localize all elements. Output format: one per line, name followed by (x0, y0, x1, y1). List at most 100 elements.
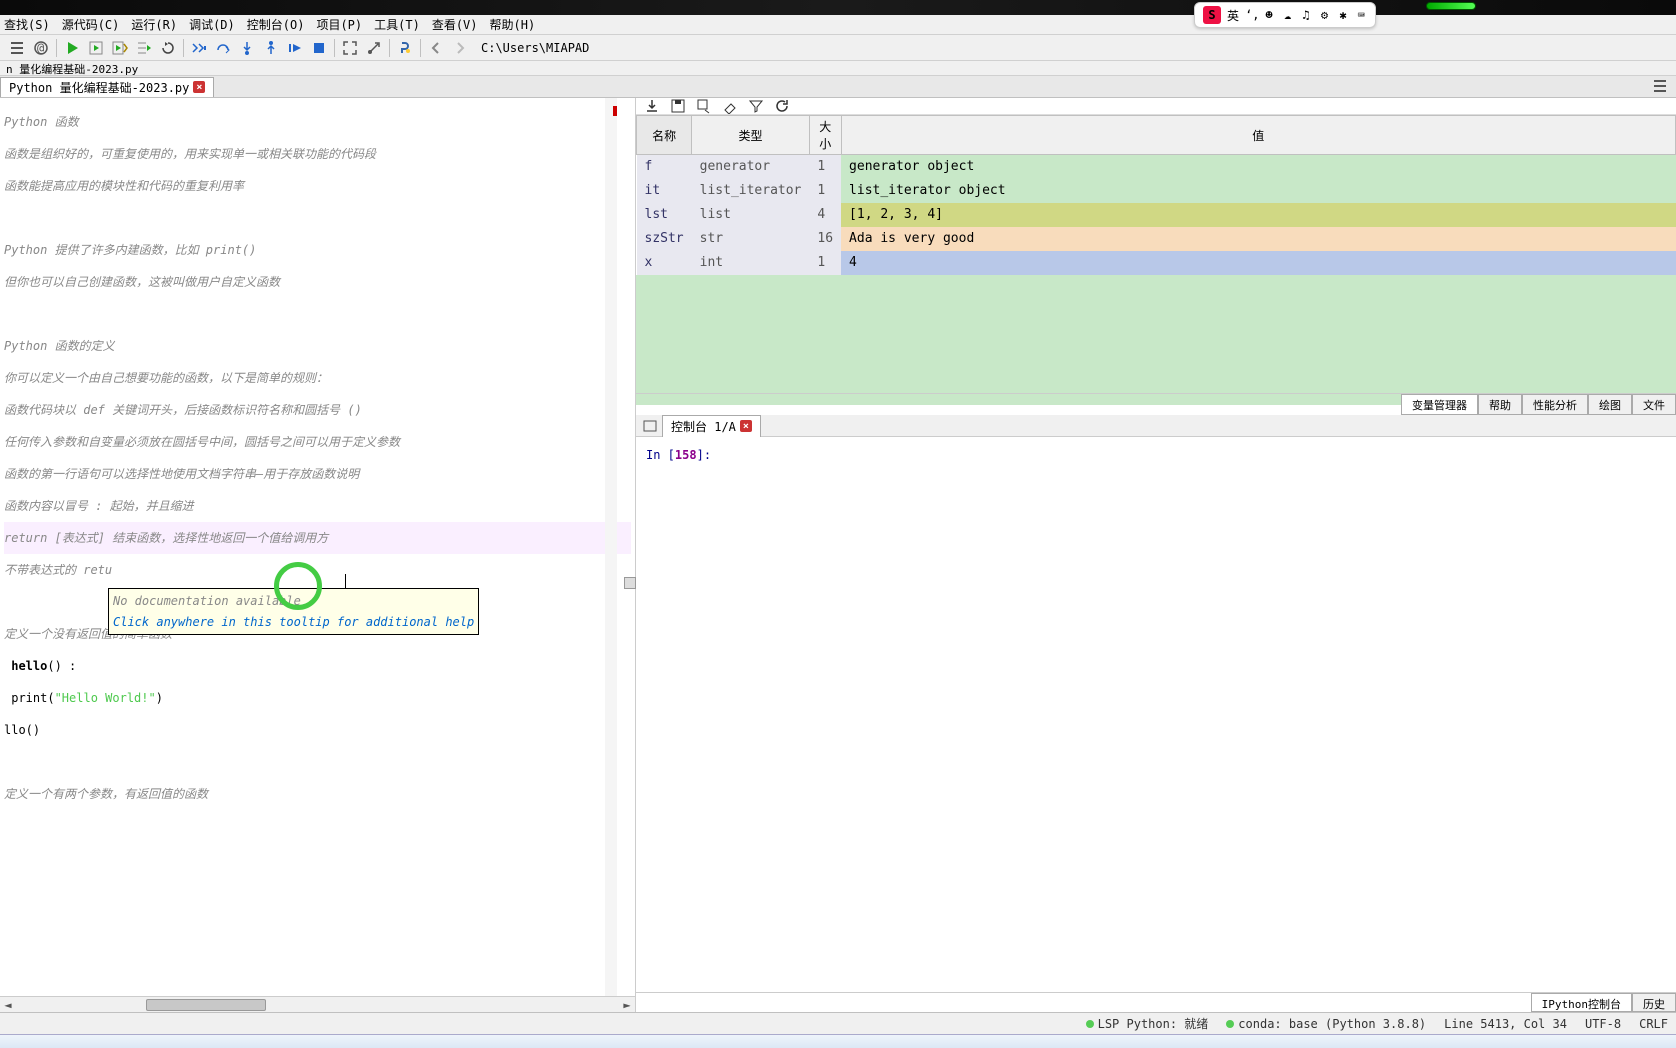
code-line: Python 函数 (4, 106, 631, 138)
run-selection-icon[interactable] (133, 37, 155, 59)
th-size[interactable]: 大小 (809, 116, 841, 155)
table-row[interactable]: szStrstr16Ada is very good (637, 227, 1676, 251)
editor-pane[interactable]: Python 函数 函数是组织好的，可重复使用的，用来实现单一或相关联功能的代码… (0, 98, 636, 1012)
scrollbar-thumb[interactable] (146, 999, 266, 1011)
forward-icon[interactable] (449, 37, 471, 59)
th-name[interactable]: 名称 (637, 116, 692, 155)
menu-debug[interactable]: 调试(D) (189, 16, 235, 33)
breadcrumb: n 量化编程基础-2023.py (0, 61, 1676, 76)
tooltip-help-link[interactable]: Click anywhere in this tooltip for addit… (113, 611, 474, 632)
code-line: 你可以定义一个由自己想要功能的函数，以下是简单的规则： (4, 362, 631, 394)
status-eol[interactable]: CRLF (1639, 1017, 1668, 1031)
scroll-left-icon[interactable]: ◄ (0, 998, 16, 1012)
run-icon[interactable] (61, 37, 83, 59)
code-line: print("Hello World!") (4, 682, 631, 714)
windows-taskbar[interactable] (0, 1034, 1676, 1048)
editor-horizontal-scrollbar[interactable]: ◄ ► (0, 996, 635, 1012)
tab-options-icon[interactable] (1652, 78, 1668, 97)
debug-continue-icon[interactable] (284, 37, 306, 59)
debug-step-into-icon[interactable] (188, 37, 210, 59)
console-prompt-number: 158 (675, 448, 697, 462)
code-line: 函数的第一行语句可以选择性地使用文档字符串—用于存放函数说明 (4, 458, 631, 490)
at-icon[interactable]: @ (30, 37, 52, 59)
status-conda[interactable]: conda: base (Python 3.8.8) (1226, 1017, 1426, 1031)
variable-toolbar (636, 98, 1676, 115)
code-editor[interactable]: Python 函数 函数是组织好的，可重复使用的，用来实现单一或相关联功能的代码… (0, 98, 635, 818)
save-icon[interactable] (670, 98, 686, 114)
status-lsp[interactable]: LSP Python: 就绪 (1086, 1015, 1209, 1032)
menu-view[interactable]: 查看(V) (432, 16, 478, 33)
menu-source[interactable]: 源代码(C) (62, 16, 120, 33)
menu-run[interactable]: 运行(R) (131, 16, 177, 33)
th-value[interactable]: 值 (841, 116, 1675, 155)
variable-table-filler (636, 275, 1676, 405)
rerun-last-icon[interactable] (157, 37, 179, 59)
right-panel-tabs: 变量管理器 帮助 性能分析 绘图 文件 (636, 393, 1676, 415)
table-row[interactable]: lstlist4[1, 2, 3, 4] (637, 203, 1676, 227)
console-tab[interactable]: 控制台 1/A × (662, 415, 761, 437)
menu-search[interactable]: 查找(S) (4, 16, 50, 33)
debug-step-in-icon[interactable] (236, 37, 258, 59)
editor-tab-label: Python 量化编程基础-2023.py (9, 79, 189, 96)
tab-variable-explorer[interactable]: 变量管理器 (1401, 394, 1478, 415)
download-icon[interactable] (644, 98, 660, 114)
editor-scroll-gutter[interactable] (605, 98, 617, 1012)
console-prompt-prefix: In [ (646, 448, 675, 462)
tab-plots[interactable]: 绘图 (1588, 394, 1632, 415)
run-cell-advance-icon[interactable] (109, 37, 131, 59)
back-icon[interactable] (425, 37, 447, 59)
refresh-icon[interactable] (774, 98, 790, 114)
menu-console[interactable]: 控制台(O) (247, 16, 305, 33)
window-titlebar-remnant (0, 0, 1676, 15)
menu-project[interactable]: 项目(P) (316, 16, 362, 33)
save-filtered-icon[interactable] (696, 98, 712, 114)
code-line: 函数代码块以 def 关键词开头，后接函数标识符名称和圆括号 () (4, 394, 631, 426)
editor-tab[interactable]: Python 量化编程基础-2023.py × (0, 77, 214, 97)
run-cell-icon[interactable] (85, 37, 107, 59)
right-pane: 名称 类型 大小 值 fgenerator1generator object i… (636, 98, 1676, 1012)
debug-step-over-icon[interactable] (212, 37, 234, 59)
ime-logo-icon: S (1203, 6, 1221, 24)
tab-help[interactable]: 帮助 (1478, 394, 1522, 415)
table-row[interactable]: xint14 (637, 251, 1676, 275)
tab-history[interactable]: 历史 (1632, 993, 1676, 1012)
th-type[interactable]: 类型 (692, 116, 810, 155)
table-header-row: 名称 类型 大小 值 (637, 116, 1676, 155)
debug-stop-icon[interactable] (308, 37, 330, 59)
tab-ipython-console[interactable]: IPython控制台 (1531, 993, 1632, 1012)
console-options-icon[interactable] (642, 418, 658, 434)
console-bottom-tabs: IPython控制台 历史 (636, 992, 1676, 1012)
ime-lang: 英 (1227, 7, 1239, 24)
settings-icon[interactable] (363, 37, 385, 59)
splitter-handle[interactable] (624, 577, 636, 589)
tab-files[interactable]: 文件 (1632, 394, 1676, 415)
documentation-tooltip[interactable]: No documentation available Click anywher… (108, 588, 479, 635)
svg-text:@: @ (37, 41, 44, 55)
tab-profiler[interactable]: 性能分析 (1522, 394, 1588, 415)
erase-icon[interactable] (722, 98, 738, 114)
menu-help[interactable]: 帮助(H) (490, 16, 536, 33)
table-row[interactable]: itlist_iterator1list_iterator object (637, 179, 1676, 203)
close-icon[interactable]: × (740, 420, 752, 432)
outline-icon[interactable] (6, 37, 28, 59)
code-line: 但你也可以自己创建函数，这被叫做用户自定义函数 (4, 266, 631, 298)
ime-extra-icons: ☻ ☁ ♫ ⚙ ✱ ⌨ (1266, 8, 1367, 22)
ime-indicator[interactable]: S 英 ‘, ☻ ☁ ♫ ⚙ ✱ ⌨ (1194, 2, 1376, 28)
python-path-icon[interactable] (394, 37, 416, 59)
status-encoding[interactable]: UTF-8 (1585, 1017, 1621, 1031)
menu-tools[interactable]: 工具(T) (374, 16, 420, 33)
close-icon[interactable]: × (193, 81, 205, 93)
scroll-right-icon[interactable]: ► (619, 998, 635, 1012)
filter-icon[interactable] (748, 98, 764, 114)
ipython-console[interactable]: In [158]: (636, 437, 1676, 992)
table-row[interactable]: fgenerator1generator object (637, 155, 1676, 179)
working-directory[interactable]: C:\Users\MIAPAD (481, 41, 589, 55)
statusbar: LSP Python: 就绪 conda: base (Python 3.8.8… (0, 1012, 1676, 1034)
error-marker-icon[interactable] (613, 106, 617, 116)
code-line: 函数内容以冒号 : 起始，并且缩进 (4, 490, 631, 522)
debug-step-out-icon[interactable] (260, 37, 282, 59)
variable-table[interactable]: 名称 类型 大小 值 fgenerator1generator object i… (636, 115, 1676, 275)
maximize-pane-icon[interactable] (339, 37, 361, 59)
status-cursor-pos[interactable]: Line 5413, Col 34 (1444, 1017, 1567, 1031)
console-prompt-suffix: ]: (697, 448, 711, 462)
